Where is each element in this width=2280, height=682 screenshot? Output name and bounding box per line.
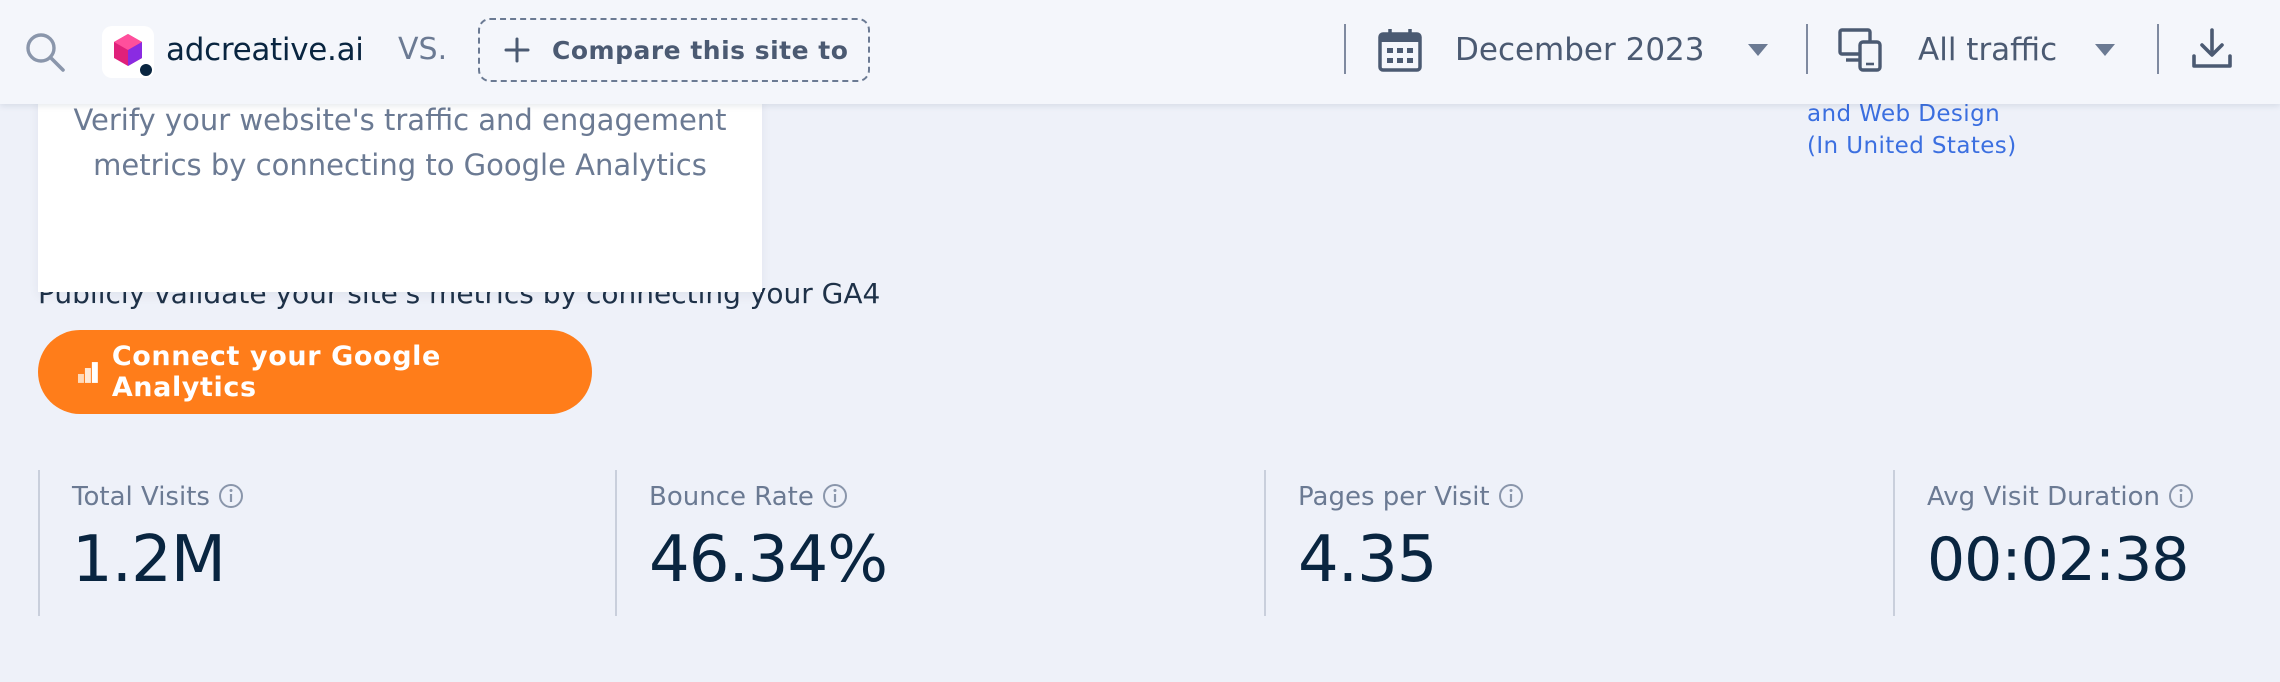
site-logo-icon <box>102 26 154 78</box>
metric-label: Bounce Rate <box>649 482 814 512</box>
metric-total-visits: Total Visits 1.2M <box>38 470 616 616</box>
metric-pages-per-visit: Pages per Visit 4.35 <box>1264 470 1894 616</box>
site-name[interactable]: adcreative.ai <box>166 28 364 72</box>
metric-avg-visit-duration: Avg Visit Duration 00:02:38 <box>1893 470 2273 616</box>
metric-value: 4.35 <box>1298 523 1437 597</box>
top-bar: adcreative.ai VS. Compare this site to D… <box>0 0 2280 104</box>
compare-site-button[interactable]: Compare this site to <box>478 18 870 82</box>
related-category-link[interactable]: and Web Design (In United States) <box>1807 98 2017 162</box>
search-icon[interactable] <box>20 27 70 77</box>
vs-label: VS. <box>398 32 448 67</box>
plus-icon <box>504 37 530 63</box>
metric-value: 1.2M <box>72 523 226 597</box>
download-icon[interactable] <box>2190 26 2234 72</box>
chevron-down-icon[interactable] <box>2095 44 2115 56</box>
info-icon[interactable] <box>822 483 848 509</box>
chevron-down-icon[interactable] <box>1748 44 1768 56</box>
metric-label: Total Visits <box>72 482 210 512</box>
metric-label: Avg Visit Duration <box>1927 482 2161 512</box>
metric-bounce-rate: Bounce Rate 46.34% <box>615 470 1265 616</box>
divider <box>2157 24 2159 74</box>
traffic-selector[interactable]: All traffic <box>1918 28 2057 72</box>
divider <box>1806 24 1808 74</box>
info-icon[interactable] <box>218 483 244 509</box>
connect-google-analytics-label: Connect your Google Analytics <box>111 341 441 403</box>
metric-label: Pages per Visit <box>1298 482 1490 512</box>
calendar-icon[interactable] <box>1376 26 1424 74</box>
date-selector[interactable]: December 2023 <box>1455 28 1705 72</box>
google-analytics-icon <box>77 362 98 383</box>
info-icon[interactable] <box>1498 483 1524 509</box>
devices-icon[interactable] <box>1836 24 1886 74</box>
metric-value: 46.34% <box>649 523 888 597</box>
compare-site-label: Compare this site to <box>552 35 849 65</box>
connect-google-analytics-button[interactable]: Connect your Google Analytics <box>38 330 592 414</box>
verify-tooltip-text: Verify your website's traffic and engage… <box>73 103 727 182</box>
metric-value: 00:02:38 <box>1927 525 2189 595</box>
info-icon[interactable] <box>2168 483 2194 509</box>
divider <box>1344 24 1346 74</box>
